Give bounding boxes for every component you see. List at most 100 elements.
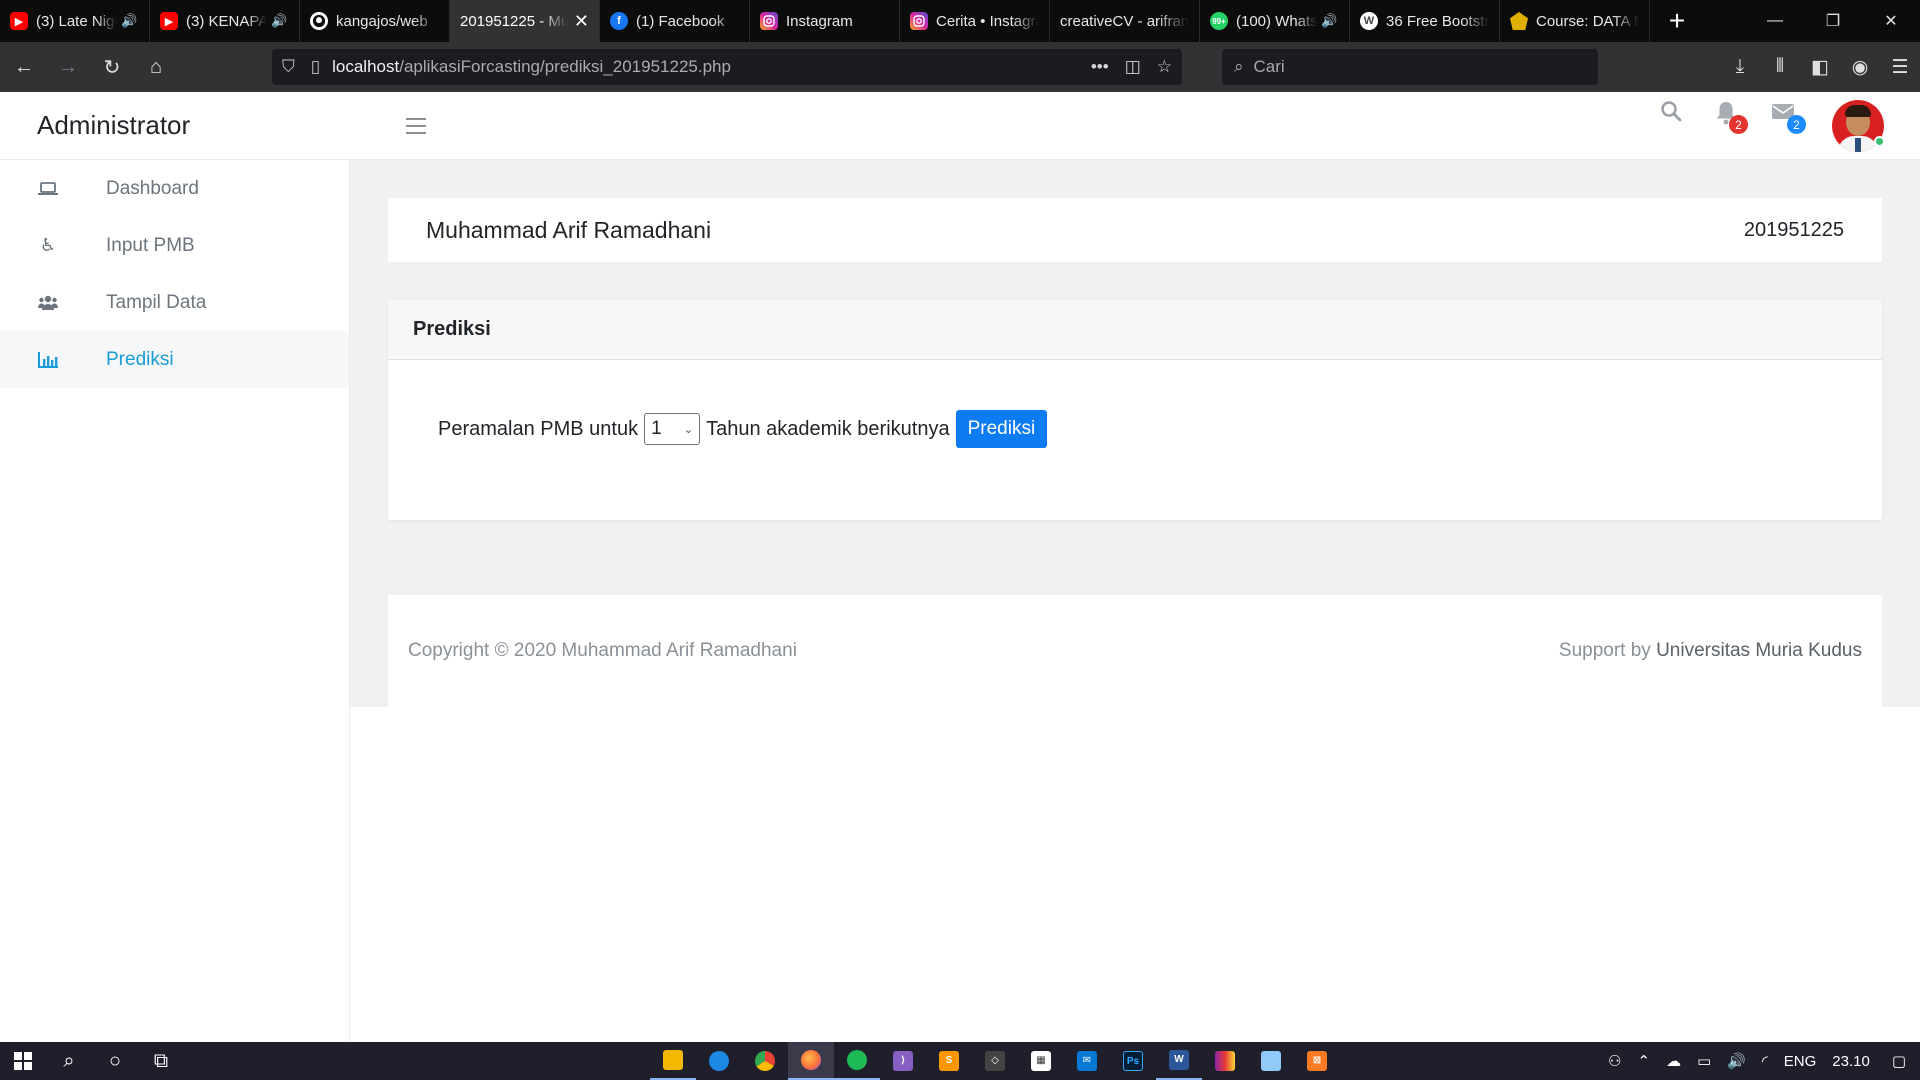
account-icon[interactable]: ◉ [1840, 56, 1880, 79]
volume-icon[interactable]: 🔊 [1719, 1052, 1754, 1070]
store-icon[interactable]: ▦ [1018, 1042, 1064, 1080]
predict-button[interactable]: Prediksi [955, 410, 1048, 448]
download-icon[interactable]: ⤓ [1720, 56, 1760, 78]
browser-tab[interactable]: kangajos/web [300, 0, 450, 42]
mail-icon[interactable]: 2 [1770, 98, 1806, 134]
notification-bell-icon[interactable]: 2 [1712, 98, 1748, 134]
instagram-icon [760, 12, 778, 30]
browser-tab[interactable]: ▶ (3) Late Night 🔊 [0, 0, 150, 42]
back-icon[interactable]: ← [4, 47, 44, 87]
task-view-icon[interactable]: ⧉ [138, 1042, 184, 1080]
wifi-icon[interactable]: ◜ [1754, 1052, 1776, 1070]
sublime-text-icon[interactable]: S [926, 1042, 972, 1080]
message-count-badge: 2 [1787, 115, 1806, 134]
close-tab-icon[interactable]: ✕ [574, 11, 589, 32]
home-icon[interactable]: ⌂ [136, 47, 176, 87]
speaker-icon[interactable]: 🔊 [121, 13, 139, 29]
main-content: Muhammad Arif Ramadhani 201951225 Predik… [350, 160, 1920, 707]
sidebar: Dashboard ♿ Input PMB Tampil Data Predik… [0, 160, 350, 1042]
people-icon[interactable]: ⚇ [1600, 1052, 1629, 1070]
clock-time[interactable]: 23.10 [1824, 1053, 1878, 1070]
sidebar-item-prediksi[interactable]: Prediksi [0, 331, 349, 388]
firefox-icon[interactable] [788, 1042, 834, 1080]
menu-icon[interactable]: ☰ [1880, 56, 1920, 79]
browser-tab-active[interactable]: 201951225 - Muhammad ✕ [450, 0, 600, 42]
tab-label: kangajos/web [336, 12, 428, 30]
facebook-icon: f [610, 12, 628, 30]
tab-label: (3) Late Night [36, 12, 117, 30]
mail-icon[interactable]: ✉ [1064, 1042, 1110, 1080]
tab-label: 201951225 - Muhammad [460, 12, 568, 30]
browser-tab[interactable]: creativeCV - arifram [1050, 0, 1200, 42]
search-icon[interactable]: ⌕ [46, 1042, 92, 1080]
edge-icon[interactable] [696, 1042, 742, 1080]
footer: Copyright © 2020 Muhammad Arif Ramadhani… [388, 595, 1882, 707]
action-center-icon[interactable]: ▢ [1878, 1052, 1920, 1070]
support-organization-link[interactable]: Universitas Muria Kudus [1656, 640, 1862, 661]
bar-chart-icon [36, 348, 60, 372]
tab-label: 36 Free Bootstrap [1386, 12, 1489, 30]
shield-icon[interactable]: ⛉ [282, 57, 295, 77]
speaker-icon[interactable]: 🔊 [1321, 13, 1339, 29]
window-controls: — ❐ ✕ [1746, 0, 1920, 42]
search-bar[interactable]: ⌕ Cari [1222, 49, 1598, 85]
cortana-icon[interactable]: ○ [92, 1042, 138, 1080]
onedrive-cloud-icon[interactable]: ☁ [1658, 1052, 1689, 1070]
new-tab-button[interactable]: + [1650, 0, 1704, 42]
bookmark-star-icon[interactable]: ☆ [1157, 57, 1172, 77]
hamburger-menu-icon[interactable] [406, 118, 426, 134]
restore-icon[interactable]: ❐ [1804, 0, 1862, 42]
sidebar-item-input-pmb[interactable]: ♿ Input PMB [0, 217, 349, 274]
browser-navbar: ← → ↻ ⌂ ⛉ ▯ localhost /aplikasiForcastin… [0, 42, 1920, 92]
address-bar[interactable]: ⛉ ▯ localhost /aplikasiForcasting/predik… [272, 49, 1182, 85]
search-icon[interactable] [1660, 100, 1686, 130]
page-info-icon[interactable]: ▯ [311, 57, 320, 77]
visual-studio-icon[interactable]: ⟩ [880, 1042, 926, 1080]
unity-icon[interactable]: ◇ [972, 1042, 1018, 1080]
sidebar-item-tampil-data[interactable]: Tampil Data [0, 274, 349, 331]
support-text: Support by Universitas Muria Kudus [1559, 640, 1862, 662]
system-tray: ⚇ ⌃ ☁ ▭ 🔊 ◜ ENG 23.10 ▢ [1600, 1042, 1920, 1080]
browser-tab[interactable]: ▶ (3) KENAPA 🔊 [150, 0, 300, 42]
minimize-icon[interactable]: — [1746, 0, 1804, 42]
browser-tab[interactable]: 99+ (100) WhatsApp 🔊 [1200, 0, 1350, 42]
notepad-icon[interactable] [1248, 1042, 1294, 1080]
windows-start-icon[interactable] [0, 1042, 46, 1080]
library-icon[interactable]: ⫴ [1760, 56, 1800, 78]
photoshop-icon[interactable]: Ps [1110, 1042, 1156, 1080]
browser-tab[interactable]: W 36 Free Bootstrap [1350, 0, 1500, 42]
url-path: /aplikasiForcasting/prediksi_201951225.p… [399, 57, 731, 76]
language-indicator[interactable]: ENG [1776, 1053, 1825, 1070]
word-icon[interactable]: W [1156, 1042, 1202, 1080]
file-explorer-icon[interactable] [650, 1042, 696, 1080]
brand-title[interactable]: Administrator [37, 110, 190, 141]
browser-tab[interactable]: f (1) Facebook [600, 0, 750, 42]
close-window-icon[interactable]: ✕ [1862, 0, 1920, 42]
year-select[interactable]: 1 ⌄ [644, 413, 701, 445]
browser-tab[interactable]: Course: DATA MINING [1500, 0, 1650, 42]
spotify-icon[interactable] [834, 1042, 880, 1080]
winrar-icon[interactable] [1202, 1042, 1248, 1080]
browser-tab[interactable]: Cerita • Instagram [900, 0, 1050, 42]
chevron-up-icon[interactable]: ⌃ [1629, 1052, 1658, 1070]
github-icon [310, 12, 328, 30]
sidebar-item-dashboard[interactable]: Dashboard [0, 160, 349, 217]
forward-icon[interactable]: → [48, 47, 88, 87]
sidebar-item-label: Tampil Data [106, 291, 207, 313]
reload-icon[interactable]: ↻ [92, 47, 132, 87]
instagram-icon [910, 12, 928, 30]
xampp-icon[interactable]: ⊠ [1294, 1042, 1340, 1080]
select-value: 1 [651, 418, 662, 439]
prediction-form: Peramalan PMB untuk 1 ⌄ Tahun akademik b… [388, 360, 1882, 448]
chrome-icon[interactable] [742, 1042, 788, 1080]
speaker-icon[interactable]: 🔊 [271, 13, 289, 29]
user-name: Muhammad Arif Ramadhani [426, 216, 712, 243]
more-actions-icon[interactable]: ••• [1091, 57, 1109, 77]
pocket-icon[interactable]: ◫ [1125, 57, 1141, 77]
url-host: localhost [332, 57, 400, 76]
browser-tab[interactable]: Instagram [750, 0, 900, 42]
sidebar-toggle-icon[interactable]: ◧ [1800, 56, 1840, 79]
battery-icon[interactable]: ▭ [1689, 1052, 1719, 1070]
browser-tab-strip: ▶ (3) Late Night 🔊 ▶ (3) KENAPA 🔊 kangaj… [0, 0, 1920, 42]
support-prefix: Support by [1558, 640, 1657, 661]
